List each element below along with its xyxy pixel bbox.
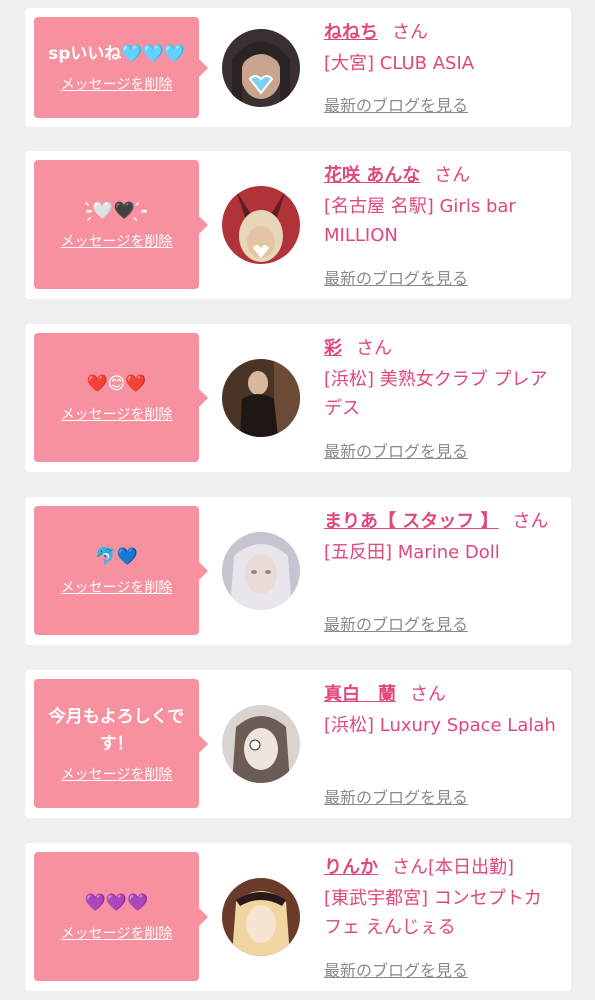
- message-card: 💜💜💜 メッセージを削除 りんか さん[本日出勤] [東武宇都宮] コンセプトカフ…: [25, 843, 571, 991]
- message-card: -̗̀🤍🖤 ̖́- メッセージを削除 花咲 あんな さん [名古屋 名駅] Gir…: [25, 151, 571, 299]
- avatar-photo: [222, 532, 300, 610]
- cast-info: 彩さん [浜松] 美熟女クラブ プレアデス: [324, 334, 556, 423]
- message-text: 💜💜💜: [84, 893, 149, 913]
- name-line: 彩さん: [324, 334, 556, 363]
- name-line: ねねち さん: [324, 18, 556, 47]
- message-text: -̗̀🤍🖤 ̖́-: [85, 201, 148, 221]
- shop-name: [大宮] CLUB ASIA: [324, 53, 475, 74]
- cast-info: 花咲 あんな さん [名古屋 名駅] Girls bar MILLION: [324, 161, 556, 250]
- latest-blog-link[interactable]: 最新のブログを見る: [324, 611, 468, 635]
- avatar[interactable]: [222, 532, 300, 610]
- cast-name-link[interactable]: りんか: [324, 857, 378, 878]
- cast-info: まりあ【 スタッフ 】さん [五反田] Marine Doll: [324, 507, 556, 567]
- latest-blog-link[interactable]: 最新のブログを見る: [324, 784, 468, 808]
- latest-blog-link[interactable]: 最新のブログを見る: [324, 265, 468, 289]
- honorific: さん: [410, 684, 446, 705]
- avatar[interactable]: [222, 359, 300, 437]
- avatar-photo: [222, 359, 300, 437]
- cast-name-link[interactable]: ねねち: [324, 22, 378, 43]
- avatar[interactable]: [222, 186, 300, 264]
- shop-name: [浜松] Luxury Space Lalah: [324, 715, 556, 736]
- delete-message-link[interactable]: メッセージを削除: [61, 231, 173, 251]
- message-bubble: spいいね🩵🩵🩵 メッセージを削除: [34, 17, 208, 118]
- message-text: ❤️😊❤️: [86, 374, 147, 394]
- shop-name: [名古屋 名駅] Girls bar MILLION: [324, 196, 516, 246]
- message-bubble: 💜💜💜 メッセージを削除: [34, 852, 208, 981]
- message-bubble: 🐬💙 メッセージを削除: [34, 506, 208, 635]
- latest-blog-link[interactable]: 最新のブログを見る: [324, 438, 468, 462]
- shop-name: [東武宇都宮] コンセプトカフェ えんじぇる: [324, 888, 542, 938]
- avatar-photo: [222, 705, 300, 783]
- delete-message-link[interactable]: メッセージを削除: [61, 923, 173, 943]
- name-line: 花咲 あんな さん: [324, 161, 556, 190]
- cast-name-link[interactable]: 花咲 あんな: [324, 165, 420, 186]
- cast-info: ねねち さん [大宮] CLUB ASIA: [324, 18, 556, 78]
- message-card: spいいね🩵🩵🩵 メッセージを削除 ねねち さん [大宮] CLUB ASIA 最…: [25, 8, 571, 127]
- message-bubble: -̗̀🤍🖤 ̖́- メッセージを削除: [34, 160, 208, 289]
- message-text: 🐬💙: [95, 547, 138, 567]
- cast-name-link[interactable]: まりあ【 スタッフ 】: [324, 511, 499, 532]
- honorific: さん: [434, 165, 471, 186]
- avatar[interactable]: [222, 29, 300, 107]
- shop-name: [浜松] 美熟女クラブ プレアデス: [324, 369, 548, 419]
- message-card: 🐬💙 メッセージを削除 まりあ【 スタッフ 】さん [五反田] Marine D…: [25, 497, 571, 645]
- message-text: 今月もよろしくです！: [48, 706, 185, 754]
- avatar-photo: [222, 186, 300, 264]
- avatar-photo: [222, 29, 300, 107]
- cast-info: 真白 蘭さん [浜松] Luxury Space Lalah: [324, 680, 556, 740]
- delete-message-link[interactable]: メッセージを削除: [61, 74, 173, 94]
- message-text: spいいね🩵🩵🩵: [48, 44, 185, 64]
- cast-info: りんか さん[本日出勤] [東武宇都宮] コンセプトカフェ えんじぇる: [324, 853, 556, 942]
- honorific: さん: [356, 338, 392, 359]
- shop-name: [五反田] Marine Doll: [324, 542, 500, 563]
- latest-blog-link[interactable]: 最新のブログを見る: [324, 92, 468, 116]
- honorific: さん: [512, 511, 549, 532]
- honorific: さん: [392, 22, 428, 43]
- delete-message-link[interactable]: メッセージを削除: [61, 764, 173, 784]
- message-bubble: 今月もよろしくです！ メッセージを削除: [34, 679, 208, 808]
- delete-message-link[interactable]: メッセージを削除: [61, 577, 173, 597]
- delete-message-link[interactable]: メッセージを削除: [61, 404, 173, 424]
- honorific: さん[本日出勤]: [392, 857, 515, 878]
- avatar-photo: [222, 878, 300, 956]
- name-line: りんか さん[本日出勤]: [324, 853, 556, 882]
- avatar[interactable]: [222, 878, 300, 956]
- message-card: ❤️😊❤️ メッセージを削除 彩さん [浜松] 美熟女クラブ プレアデス 最新の…: [25, 324, 571, 472]
- message-bubble: ❤️😊❤️ メッセージを削除: [34, 333, 208, 462]
- message-card: 今月もよろしくです！ メッセージを削除 真白 蘭さん [浜松] Luxury S…: [25, 670, 571, 818]
- name-line: まりあ【 スタッフ 】さん: [324, 507, 556, 536]
- latest-blog-link[interactable]: 最新のブログを見る: [324, 957, 468, 981]
- name-line: 真白 蘭さん: [324, 680, 556, 709]
- cast-name-link[interactable]: 彩: [324, 338, 342, 359]
- avatar[interactable]: [222, 705, 300, 783]
- cast-name-link[interactable]: 真白 蘭: [324, 684, 396, 705]
